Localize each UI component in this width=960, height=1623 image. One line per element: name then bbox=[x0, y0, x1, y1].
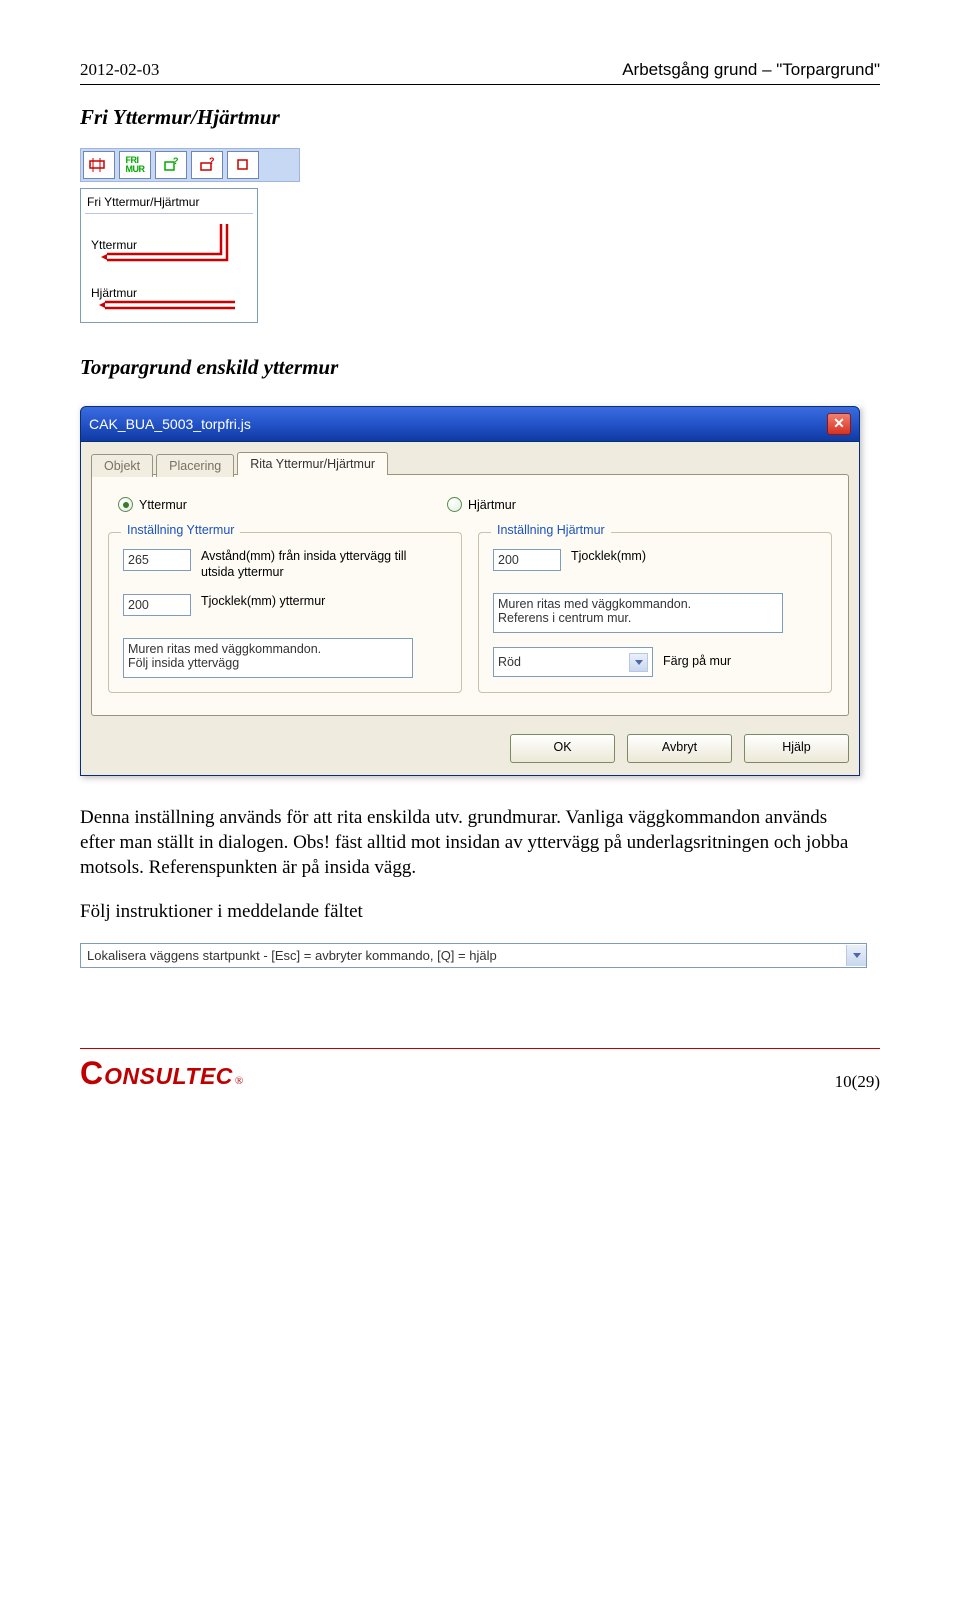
status-bar: Lokalisera väggens startpunkt - [Esc] = … bbox=[80, 943, 867, 968]
header-date: 2012-02-03 bbox=[80, 60, 159, 80]
group-hjartmur: Inställning Hjärtmur 200 Tjocklek(mm) Mu… bbox=[478, 532, 832, 693]
field-label: Avstånd(mm) från insida yttervägg till u… bbox=[201, 549, 411, 580]
field-label: Tjocklek(mm) yttermur bbox=[201, 594, 325, 610]
toolbar-btn-frimur[interactable]: FRI MUR bbox=[119, 151, 151, 179]
tab-placering[interactable]: Placering bbox=[156, 454, 234, 477]
chevron-down-icon bbox=[629, 653, 648, 672]
dropdown-item-hjartmur[interactable]: Hjärtmur bbox=[87, 272, 251, 314]
registered-icon: ® bbox=[235, 1075, 243, 1087]
group-legend: Inställning Yttermur bbox=[121, 523, 240, 537]
radio-label: Yttermur bbox=[139, 498, 187, 512]
svg-text:?: ? bbox=[173, 157, 179, 166]
body-paragraph: Denna inställning används för att rita e… bbox=[80, 806, 850, 880]
input-tjocklek-yttermur[interactable]: 200 bbox=[123, 594, 191, 616]
cancel-button[interactable]: Avbryt bbox=[627, 734, 732, 763]
tab-pane: Yttermur Hjärtmur Inställning Yttermur 2… bbox=[91, 474, 849, 716]
consultec-logo: C ONSULTEC ® bbox=[80, 1055, 243, 1092]
help-button[interactable]: Hjälp bbox=[744, 734, 849, 763]
radio-icon bbox=[118, 497, 133, 512]
logo-letter: C bbox=[80, 1055, 102, 1092]
radio-label: Hjärtmur bbox=[468, 498, 516, 512]
close-icon[interactable]: ✕ bbox=[827, 413, 851, 435]
info-note-hjartmur: Muren ritas med väggkommandon. Referens … bbox=[493, 593, 783, 633]
toolbar-dropdown: Fri Yttermur/Hjärtmur Yttermur Hjärtmur bbox=[80, 188, 258, 323]
dialog-title: CAK_BUA_5003_torpfri.js bbox=[89, 416, 251, 432]
dropdown-item-yttermur[interactable]: Yttermur bbox=[87, 218, 251, 268]
body-paragraph-2: Följ instruktioner i meddelande fältet bbox=[80, 900, 850, 925]
group-yttermur: Inställning Yttermur 265 Avstånd(mm) frå… bbox=[108, 532, 462, 693]
tab-objekt[interactable]: Objekt bbox=[91, 454, 153, 477]
radio-hjartmur[interactable]: Hjärtmur bbox=[447, 497, 516, 512]
footer-rule bbox=[80, 1048, 880, 1049]
combo-value: Röd bbox=[498, 655, 521, 669]
toolbar-btn-1[interactable] bbox=[83, 151, 115, 179]
section-title-1: Fri Yttermur/Hjärtmur bbox=[80, 105, 880, 130]
section-title-2: Torpargrund enskild yttermur bbox=[80, 355, 880, 380]
dialog-window: CAK_BUA_5003_torpfri.js ✕ Objekt Placeri… bbox=[80, 406, 860, 776]
combo-color[interactable]: Röd bbox=[493, 647, 653, 677]
toolbar: FRI MUR ? ? bbox=[80, 148, 300, 182]
svg-text:?: ? bbox=[209, 157, 215, 166]
toolbar-btn-3[interactable]: ? bbox=[155, 151, 187, 179]
toolbar-screenshot: FRI MUR ? ? Fri Yttermur/Hjärtmur Ytterm… bbox=[80, 148, 300, 323]
chevron-down-icon[interactable] bbox=[846, 945, 866, 966]
doc-title: Arbetsgång grund – "Torpargrund" bbox=[622, 60, 880, 80]
page-number: 10(29) bbox=[835, 1072, 880, 1092]
radio-icon bbox=[447, 497, 462, 512]
group-legend: Inställning Hjärtmur bbox=[491, 523, 611, 537]
field-label: Färg på mur bbox=[663, 654, 731, 670]
ok-button[interactable]: OK bbox=[510, 734, 615, 763]
dropdown-title: Fri Yttermur/Hjärtmur bbox=[85, 193, 253, 214]
logo-rest: ONSULTEC bbox=[104, 1063, 233, 1090]
info-note-yttermur: Muren ritas med väggkommandon. Följ insi… bbox=[123, 638, 413, 678]
toolbar-btn-5[interactable] bbox=[227, 151, 259, 179]
footer: C ONSULTEC ® 10(29) bbox=[80, 1048, 880, 1092]
header-rule bbox=[80, 84, 880, 85]
tab-strip: Objekt Placering Rita Yttermur/Hjärtmur bbox=[91, 452, 849, 475]
dialog-titlebar: CAK_BUA_5003_torpfri.js ✕ bbox=[80, 406, 860, 442]
field-label: Tjocklek(mm) bbox=[571, 549, 646, 565]
tab-rita[interactable]: Rita Yttermur/Hjärtmur bbox=[237, 452, 388, 475]
input-tjocklek-hjartmur[interactable]: 200 bbox=[493, 549, 561, 571]
radio-yttermur[interactable]: Yttermur bbox=[118, 497, 187, 512]
toolbar-btn-4[interactable]: ? bbox=[191, 151, 223, 179]
input-avstand[interactable]: 265 bbox=[123, 549, 191, 571]
status-text: Lokalisera väggens startpunkt - [Esc] = … bbox=[81, 944, 846, 967]
